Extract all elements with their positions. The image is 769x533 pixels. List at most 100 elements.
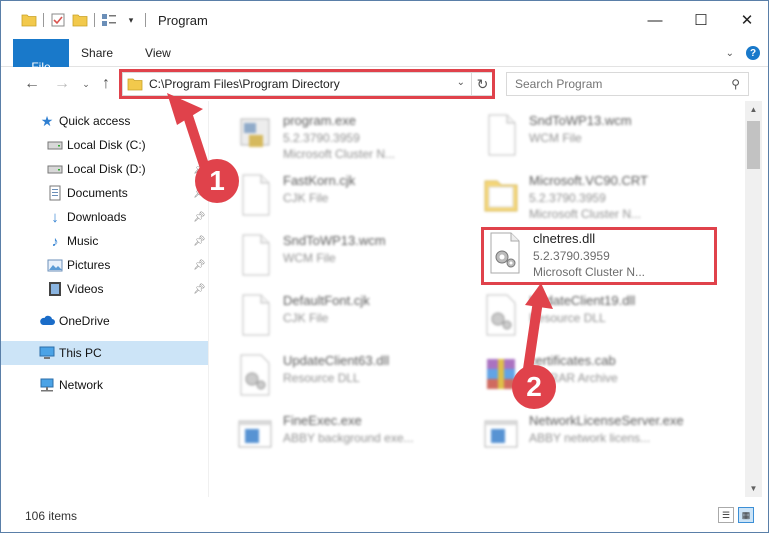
file-item[interactable]: NetworkLicenseServer.exe ABBY network li… xyxy=(481,409,721,465)
exe-window-icon xyxy=(481,413,521,457)
search-icon[interactable]: ⚲ xyxy=(731,77,740,91)
navigation-pane: ★ Quick access Local Disk (C:) Local Dis… xyxy=(1,101,208,497)
tab-share[interactable]: Share xyxy=(65,39,129,66)
pictures-icon xyxy=(47,257,63,273)
sidebar-item-onedrive[interactable]: OneDrive xyxy=(1,309,208,333)
search-box[interactable]: ⚲ xyxy=(506,72,749,96)
file-type: Resource DLL xyxy=(529,311,606,325)
large-icons-view-icon[interactable]: ▦ xyxy=(738,507,754,523)
file-description: Microsoft Cluster N... xyxy=(283,147,396,161)
cloud-icon xyxy=(39,313,55,329)
file-item[interactable]: program.exe 5.2.3790.3959 Microsoft Clus… xyxy=(235,109,475,165)
sidebar-item-label: Quick access xyxy=(59,114,131,128)
sidebar-item-label: Pictures xyxy=(67,258,111,272)
recent-locations-chevron-icon[interactable]: ⌄ xyxy=(75,73,97,95)
status-bar: 106 items ☰ ▦ xyxy=(1,497,768,532)
search-input[interactable] xyxy=(507,73,722,95)
sidebar-item-downloads[interactable]: ↓ Downloads 📌︎ xyxy=(1,205,208,229)
maximize-button[interactable]: ☐ xyxy=(678,1,724,39)
sidebar-item-label: Downloads xyxy=(67,210,127,224)
generic-file-icon xyxy=(235,233,275,277)
file-highlight xyxy=(481,227,717,285)
quick-access-toolbar: ▾ Program xyxy=(1,1,208,39)
sidebar-item-pictures[interactable]: Pictures 📌︎ xyxy=(1,253,208,277)
pin-icon[interactable]: 📌︎ xyxy=(193,260,206,271)
file-version: 5.2.3790.3959 xyxy=(529,191,606,205)
pin-icon[interactable]: 📌︎ xyxy=(193,236,206,247)
drive-icon xyxy=(47,161,63,177)
sidebar-item-videos[interactable]: Videos 📌︎ xyxy=(1,277,208,301)
view-toggles: ☰ ▦ xyxy=(718,507,754,523)
properties-icon[interactable] xyxy=(50,12,66,28)
generic-file-icon xyxy=(235,173,275,217)
file-type: WCM File xyxy=(529,131,582,145)
file-description: ABBY network licens... xyxy=(529,431,651,445)
ribbon-tabs: File Home Share View ⌄ ? xyxy=(1,39,768,95)
pin-icon[interactable]: 📌︎ xyxy=(193,284,206,295)
file-version: 5.2.3790.3959 xyxy=(283,131,360,145)
file-item[interactable]: FastKorn.cjk CJK File xyxy=(235,169,475,225)
file-type: WCM File xyxy=(283,251,336,265)
file-name: SndToWP13.wcm xyxy=(283,233,386,248)
sidebar-item-local-disk-c[interactable]: Local Disk (C:) xyxy=(1,133,208,157)
sidebar-item-label: Videos xyxy=(67,282,104,296)
window-title: Program xyxy=(158,12,208,28)
file-item[interactable]: UpdateClient63.dll Resource DLL xyxy=(235,349,475,405)
explorer-window: ▾ Program — ☐ ✕ File Home Share View ⌄ ?… xyxy=(0,0,769,533)
pin-icon[interactable]: 📌︎ xyxy=(193,212,206,223)
file-item[interactable]: Microsoft.VC90.CRT 5.2.3790.3959 Microso… xyxy=(481,169,721,225)
help-icon[interactable]: ? xyxy=(746,46,760,60)
step-1-callout: 1 xyxy=(195,159,239,203)
scroll-up-icon[interactable]: ▲ xyxy=(745,101,762,118)
file-name: DefaultFont.cjk xyxy=(283,293,370,308)
exe-icon xyxy=(235,113,275,157)
file-name: FineExec.exe xyxy=(283,413,362,428)
toolbar-separator xyxy=(145,13,146,27)
details-view-icon[interactable]: ☰ xyxy=(718,507,734,523)
sidebar-item-documents[interactable]: Documents 📌︎ xyxy=(1,181,208,205)
sidebar-item-music[interactable]: ♪ Music 📌︎ xyxy=(1,229,208,253)
sidebar-item-local-disk-d[interactable]: Local Disk (D:) 📌︎ xyxy=(1,157,208,181)
forward-arrow-icon[interactable]: → xyxy=(51,73,73,95)
up-arrow-icon[interactable]: ↑ xyxy=(95,73,117,95)
file-name: NetworkLicenseServer.exe xyxy=(529,413,684,428)
file-name: SndToWP13.wcm xyxy=(529,113,632,128)
scroll-down-icon[interactable]: ▼ xyxy=(745,480,762,497)
file-name: UpdateClient63.dll xyxy=(283,353,390,368)
file-item[interactable]: FineExec.exe ABBY background exe... xyxy=(235,409,475,465)
back-arrow-icon[interactable]: ← xyxy=(21,73,43,95)
sidebar-item-label: Local Disk (D:) xyxy=(67,162,146,176)
file-name: program.exe xyxy=(283,113,356,128)
sidebar-item-label: This PC xyxy=(59,346,102,360)
chevron-down-icon[interactable]: ⌄ xyxy=(726,48,734,59)
toolbar-separator xyxy=(43,13,44,27)
title-bar: ▾ Program — ☐ ✕ xyxy=(1,1,768,39)
generic-file-icon xyxy=(481,113,521,157)
download-icon: ↓ xyxy=(51,208,59,226)
close-button[interactable]: ✕ xyxy=(724,1,768,39)
file-item[interactable]: UpdateClient19.dll Resource DLL xyxy=(481,289,721,345)
network-icon xyxy=(39,377,55,393)
ribbon-right: ⌄ ? xyxy=(726,39,760,67)
sidebar-item-this-pc[interactable]: This PC xyxy=(1,341,208,365)
minimize-button[interactable]: — xyxy=(632,1,678,39)
exe-window-icon xyxy=(235,413,275,457)
file-name: UpdateClient19.dll xyxy=(529,293,636,308)
sidebar-item-network[interactable]: Network xyxy=(1,373,208,397)
tab-view[interactable]: View xyxy=(129,39,187,66)
customize-toolbar-icon[interactable]: ▾ xyxy=(123,12,139,28)
dll-gear-icon xyxy=(235,353,275,397)
videos-icon xyxy=(47,281,63,297)
file-description: Microsoft Cluster N... xyxy=(529,207,642,221)
sidebar-item-quick-access[interactable]: ★ Quick access xyxy=(1,109,208,133)
sidebar-item-label: Network xyxy=(59,378,104,392)
file-item[interactable]: DefaultFont.cjk CJK File xyxy=(235,289,475,345)
vertical-scrollbar[interactable]: ▲ ▼ xyxy=(745,101,762,497)
file-item[interactable]: SndToWP13.wcm WCM File xyxy=(235,229,475,285)
scroll-thumb[interactable] xyxy=(747,121,760,169)
sidebar-item-label: Local Disk (C:) xyxy=(67,138,146,152)
new-folder-icon[interactable] xyxy=(72,12,88,28)
view-options-icon[interactable] xyxy=(101,12,117,28)
file-type: CJK File xyxy=(283,191,329,205)
file-item[interactable]: SndToWP13.wcm WCM File xyxy=(481,109,721,165)
